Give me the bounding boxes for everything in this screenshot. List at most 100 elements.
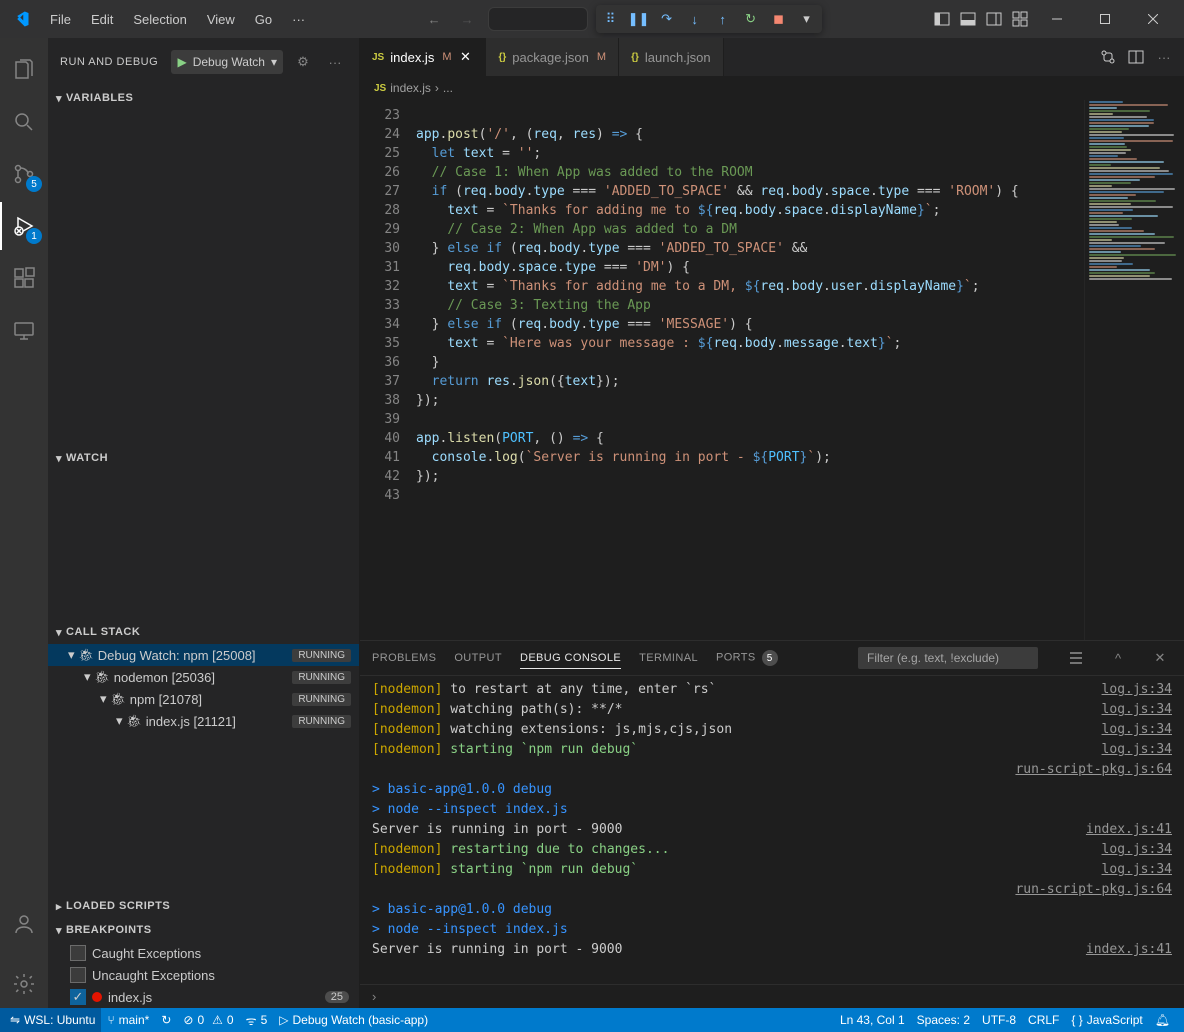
more-actions-button[interactable]: ···: [1152, 45, 1176, 69]
step-into-button[interactable]: ↓: [682, 7, 708, 31]
panel-tab-problems[interactable]: PROBLEMS: [372, 648, 436, 668]
console-filter-input[interactable]: Filter (e.g. text, !exclude): [858, 647, 1038, 669]
debug-target-dropdown[interactable]: ▾: [794, 7, 820, 31]
console-source-link[interactable]: log.js:34: [1102, 740, 1184, 760]
sync-icon: ↻: [161, 1013, 171, 1027]
console-line: [nodemon] starting `npm run debug`log.js…: [372, 740, 1184, 760]
section-watch[interactable]: ▾WATCH: [48, 446, 359, 470]
section-variables[interactable]: ▾VARIABLES: [48, 86, 359, 110]
call-stack-item[interactable]: ▾🐞︎npm [21078]RUNNING: [48, 688, 359, 710]
menu-go[interactable]: Go: [247, 8, 280, 31]
console-source-link[interactable]: log.js:34: [1102, 860, 1184, 880]
status-eol[interactable]: CRLF: [1022, 1013, 1065, 1027]
window-maximize-button[interactable]: [1082, 0, 1128, 38]
activity-search[interactable]: [0, 98, 48, 146]
call-stack-item[interactable]: ▾🐞︎nodemon [25036]RUNNING: [48, 666, 359, 688]
console-source-link[interactable]: log.js:34: [1102, 720, 1184, 740]
panel-tab-ports[interactable]: PORTS5: [716, 646, 778, 670]
restart-button[interactable]: ↻: [738, 7, 764, 31]
window-minimize-button[interactable]: [1034, 0, 1080, 38]
activity-extensions[interactable]: [0, 254, 48, 302]
pause-button[interactable]: ❚❚: [626, 7, 652, 31]
editor-tab[interactable]: JSindex.jsM✕: [360, 38, 486, 76]
debug-repl-input[interactable]: ›: [360, 984, 1184, 1008]
activity-remote[interactable]: [0, 306, 48, 354]
checkbox-icon[interactable]: [70, 945, 86, 961]
activity-source-control[interactable]: 5: [0, 150, 48, 198]
nav-forward-button[interactable]: →: [455, 8, 480, 31]
menu-selection[interactable]: Selection: [125, 8, 194, 31]
console-source-link[interactable]: index.js:41: [1086, 940, 1184, 960]
menu-file[interactable]: File: [42, 8, 79, 31]
breadcrumb-file[interactable]: index.js: [390, 81, 431, 95]
bug-icon: 🐞︎: [127, 714, 142, 728]
status-remote[interactable]: ⇋WSL: Ubuntu: [0, 1008, 101, 1032]
menu-more[interactable]: ···: [284, 8, 313, 31]
call-stack-item[interactable]: ▾🐞︎index.js [21121]RUNNING: [48, 710, 359, 732]
bp-file[interactable]: ✓index.js25: [48, 986, 359, 1008]
bp-caught-exceptions[interactable]: Caught Exceptions: [48, 942, 359, 964]
sidebar-more-button[interactable]: ···: [323, 50, 347, 74]
minimap[interactable]: [1084, 100, 1184, 640]
status-debug[interactable]: ▷Debug Watch (basic-app): [273, 1008, 434, 1032]
layout-primary-sidebar-button[interactable]: [930, 7, 954, 31]
layout-secondary-sidebar-button[interactable]: [982, 7, 1006, 31]
debug-config-select[interactable]: ▶ Debug Watch ▾: [171, 50, 283, 74]
tab-label: package.json: [512, 50, 589, 65]
panel-tab-output[interactable]: OUTPUT: [454, 648, 502, 668]
status-problems[interactable]: ⊘0⚠0: [177, 1008, 239, 1032]
panel-close-button[interactable]: ✕: [1148, 646, 1172, 670]
status-sync[interactable]: ↻: [155, 1008, 177, 1032]
nav-back-button[interactable]: ←: [422, 8, 447, 31]
status-encoding[interactable]: UTF-8: [976, 1013, 1022, 1027]
call-stack-item[interactable]: ▾🐞︎Debug Watch: npm [25008]RUNNING: [48, 644, 359, 666]
panel-tab-terminal[interactable]: TERMINAL: [639, 648, 698, 668]
breadcrumb[interactable]: JS index.js › ...: [360, 76, 1184, 100]
start-debug-button[interactable]: ▶: [177, 55, 186, 69]
tab-label: launch.json: [645, 50, 711, 65]
section-callstack[interactable]: ▾CALL STACK: [48, 620, 359, 644]
status-ports[interactable]: ᯤ5: [240, 1008, 274, 1032]
step-over-button[interactable]: ↷: [654, 7, 680, 31]
editor-tab[interactable]: {}launch.json: [619, 38, 724, 76]
status-cursor-pos[interactable]: Ln 43, Col 1: [834, 1013, 911, 1027]
activity-explorer[interactable]: [0, 46, 48, 94]
activity-settings[interactable]: [0, 960, 48, 1008]
stop-button[interactable]: ◼: [766, 7, 792, 31]
debug-drag-handle[interactable]: ⠿: [598, 7, 624, 31]
command-center-input[interactable]: [488, 7, 588, 31]
status-language[interactable]: { }JavaScript: [1065, 1013, 1148, 1027]
console-source-link[interactable]: index.js:41: [1086, 820, 1184, 840]
activity-run-debug[interactable]: 1: [0, 202, 48, 250]
console-source-link[interactable]: run-script-pkg.js:64: [1015, 880, 1184, 900]
console-source-link[interactable]: log.js:34: [1102, 700, 1184, 720]
console-source-link[interactable]: log.js:34: [1102, 680, 1184, 700]
tab-close-button[interactable]: ✕: [457, 49, 473, 65]
checkbox-checked-icon[interactable]: ✓: [70, 989, 86, 1005]
debug-configure-button[interactable]: ⚙: [291, 50, 315, 74]
layout-customize-button[interactable]: [1008, 7, 1032, 31]
step-out-button[interactable]: ↑: [710, 7, 736, 31]
section-breakpoints[interactable]: ▾BREAKPOINTS: [48, 918, 359, 942]
status-branch[interactable]: ⑂main*: [101, 1008, 155, 1032]
status-indentation[interactable]: Spaces: 2: [911, 1013, 976, 1027]
checkbox-icon[interactable]: [70, 967, 86, 983]
menu-edit[interactable]: Edit: [83, 8, 121, 31]
layout-panel-button[interactable]: [956, 7, 980, 31]
window-close-button[interactable]: [1130, 0, 1176, 38]
menu-view[interactable]: View: [199, 8, 243, 31]
panel-tab-debug-console[interactable]: DEBUG CONSOLE: [520, 648, 621, 669]
console-source-link[interactable]: log.js:34: [1102, 840, 1184, 860]
compare-changes-button[interactable]: [1096, 45, 1120, 69]
debug-toolbar: ⠿ ❚❚ ↷ ↓ ↑ ↻ ◼ ▾: [596, 5, 822, 33]
split-editor-button[interactable]: [1124, 45, 1148, 69]
editor-tab[interactable]: {}package.jsonM: [486, 38, 619, 76]
status-notifications[interactable]: 🔔︎: [1149, 1013, 1176, 1027]
console-source-link[interactable]: run-script-pkg.js:64: [1015, 760, 1184, 780]
code-editor[interactable]: 2324252627282930313233343536373839404142…: [360, 100, 1184, 640]
panel-maximize-button[interactable]: ^: [1106, 646, 1130, 670]
panel-tree-view-button[interactable]: [1064, 646, 1088, 670]
bp-uncaught-exceptions[interactable]: Uncaught Exceptions: [48, 964, 359, 986]
section-loaded-scripts[interactable]: ▸LOADED SCRIPTS: [48, 894, 359, 918]
activity-accounts[interactable]: [0, 900, 48, 948]
